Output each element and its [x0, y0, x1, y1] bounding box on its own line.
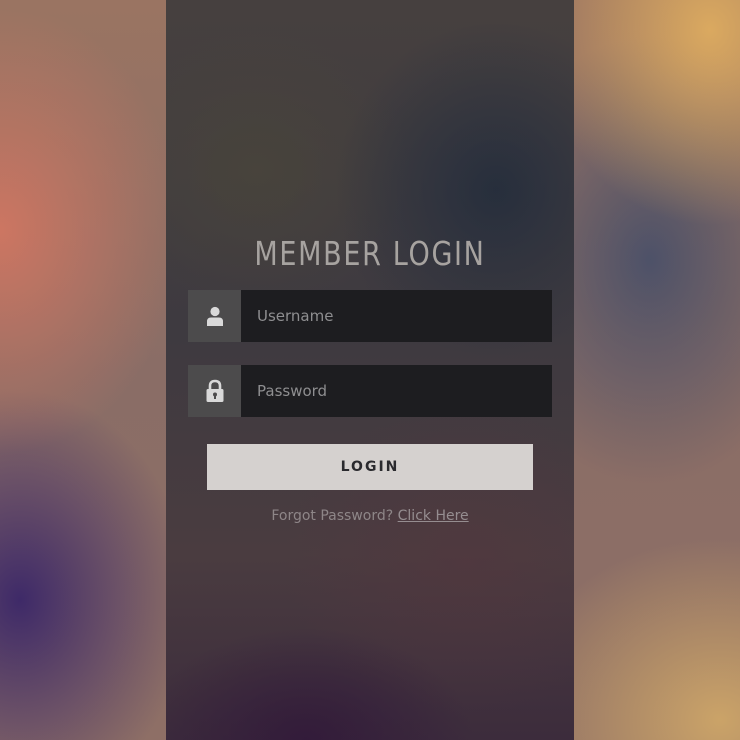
username-field-group	[188, 290, 552, 342]
lock-icon	[188, 365, 241, 417]
username-input[interactable]	[241, 290, 552, 342]
password-field-group	[188, 365, 552, 417]
forgot-password-row: Forgot Password? Click Here	[166, 508, 574, 524]
password-input[interactable]	[241, 365, 552, 417]
page-title: MEMBER LOGIN	[254, 234, 486, 273]
login-button[interactable]: LOGIN	[207, 444, 533, 490]
user-icon	[188, 290, 241, 342]
forgot-password-text: Forgot Password?	[271, 508, 394, 524]
forgot-password-link[interactable]: Click Here	[398, 508, 469, 524]
